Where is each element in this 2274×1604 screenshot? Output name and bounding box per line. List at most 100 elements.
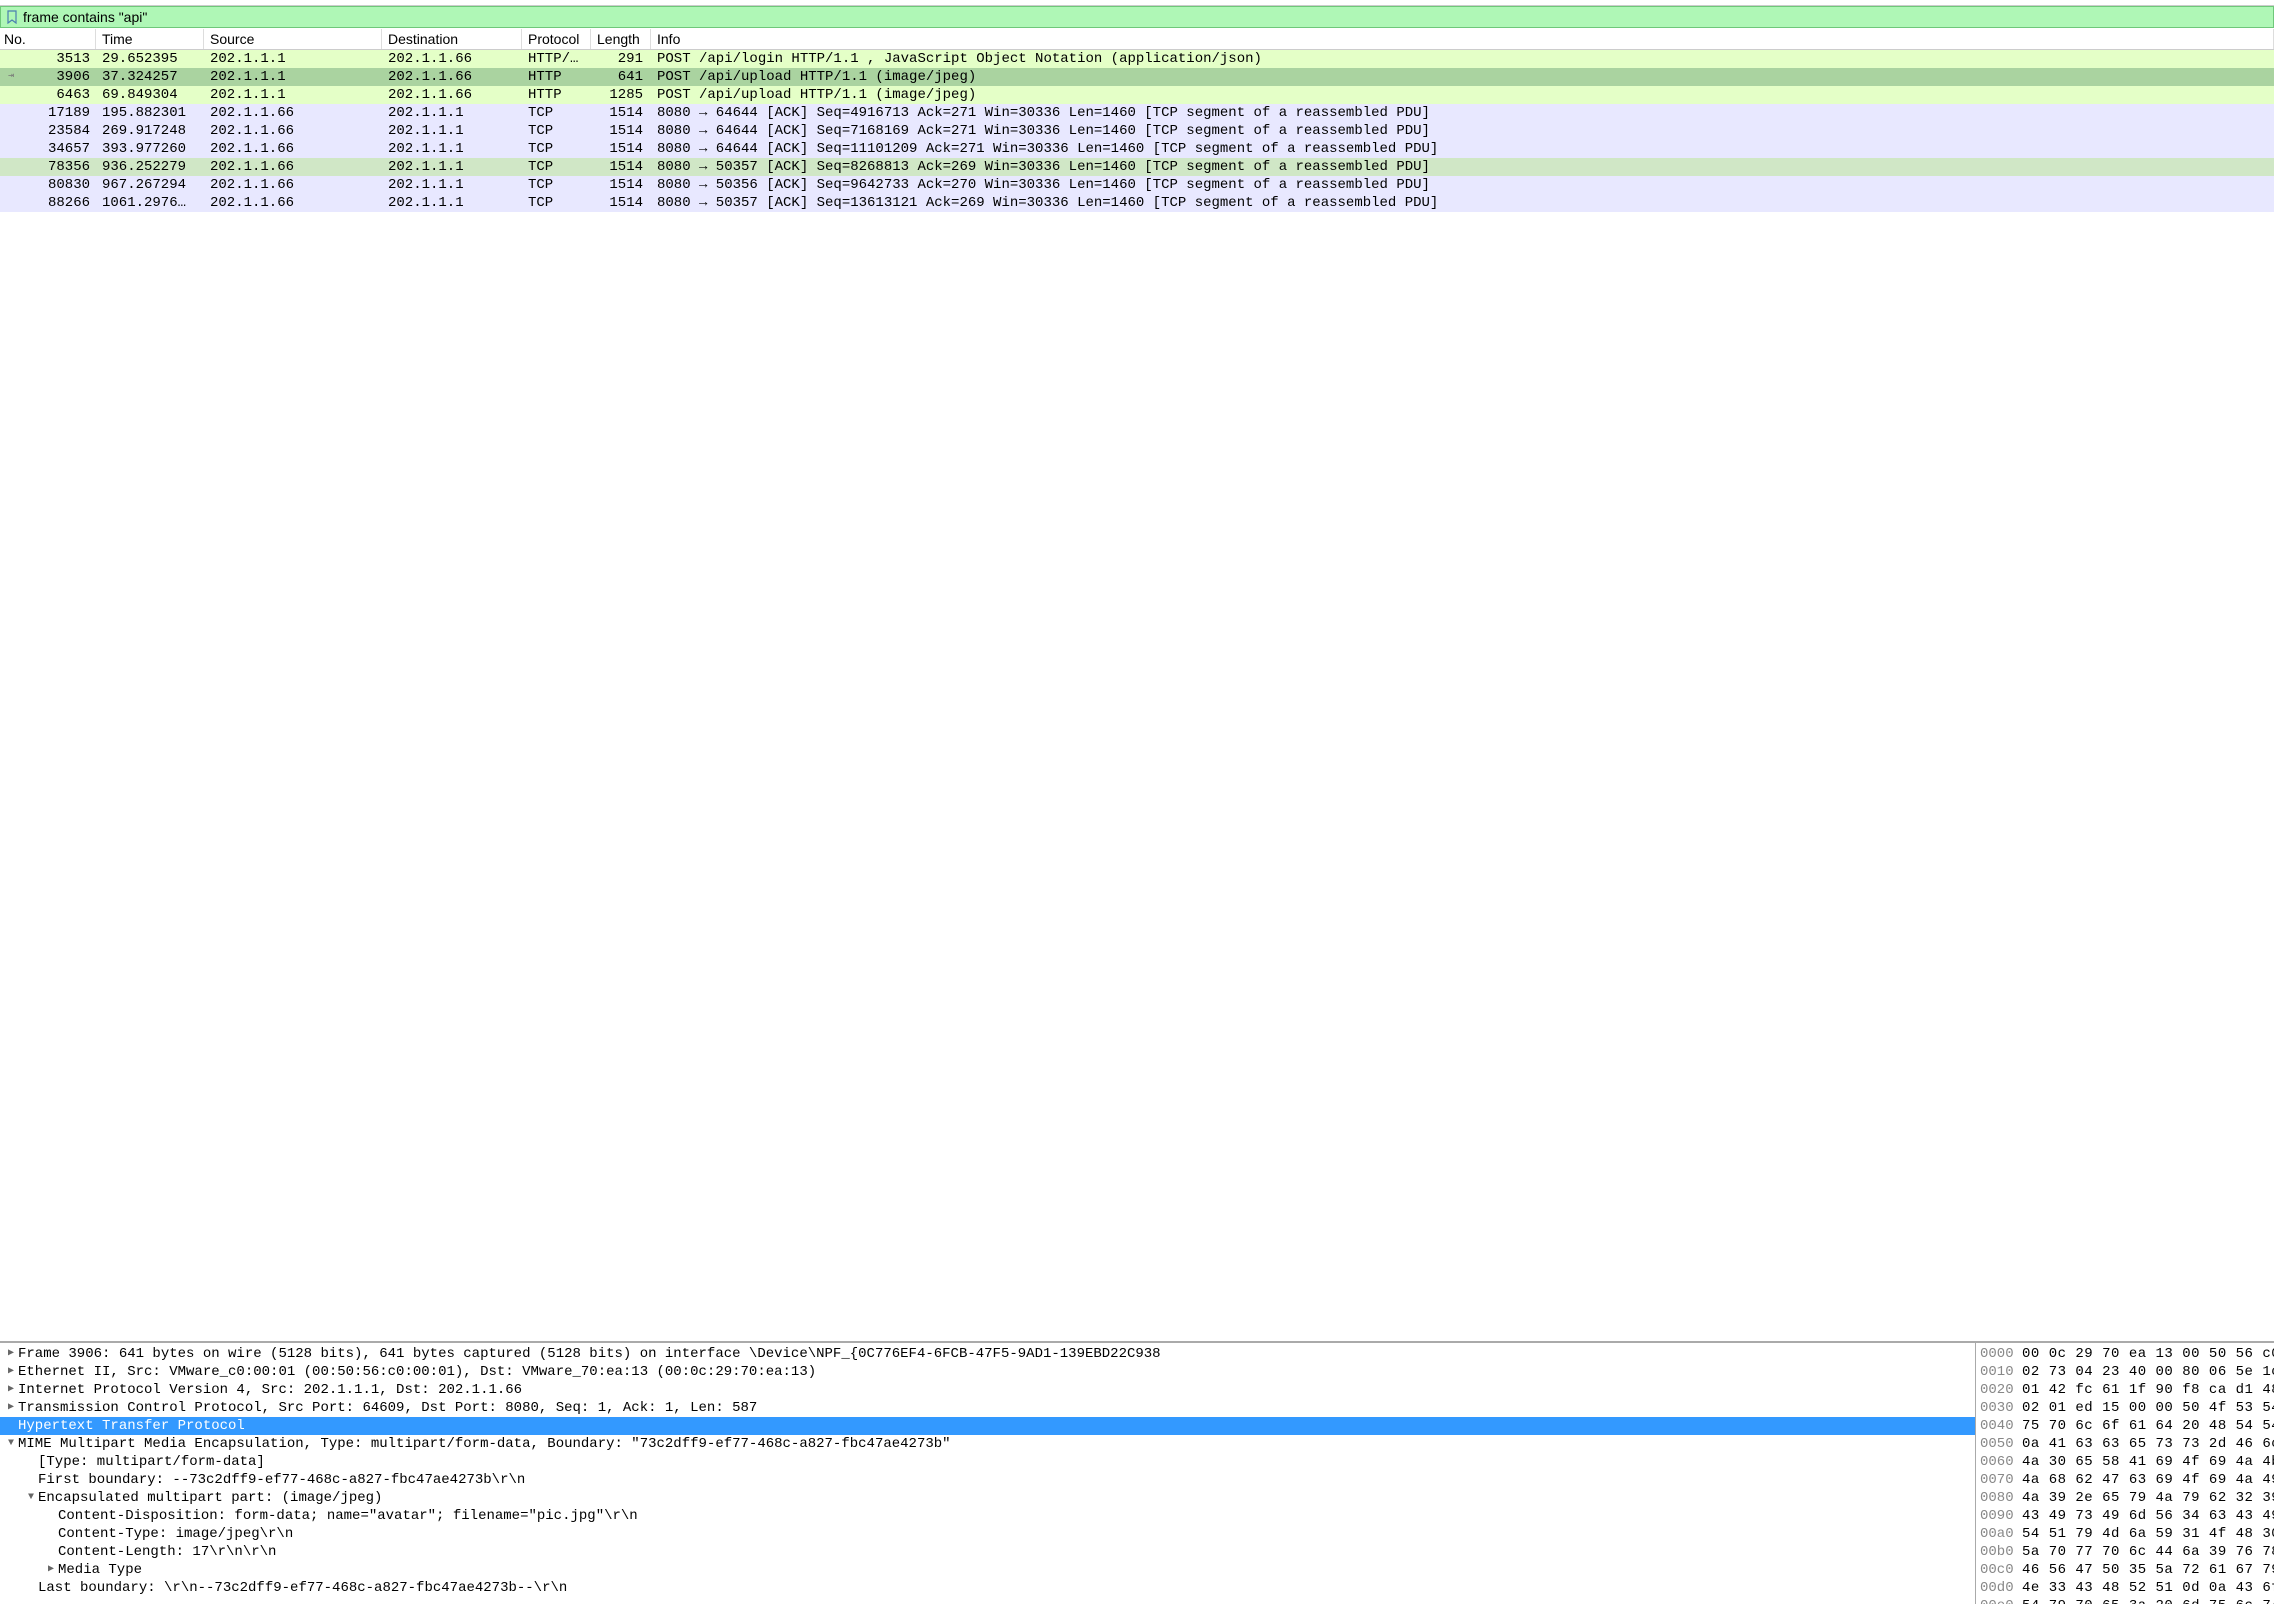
packet-list-header[interactable]: No. Time Source Destination Protocol Len… — [0, 28, 2274, 50]
hex-line[interactable]: 000000 0c 29 70 ea 13 00 50 56 c0 00 0 — [1980, 1345, 2270, 1363]
cell-source: 202.1.1.66 — [204, 158, 382, 176]
cell-no: 34657 — [22, 140, 96, 158]
tree-label: [Type: multipart/form-data] — [38, 1453, 265, 1471]
tree-twisty-icon[interactable]: ▼ — [4, 1435, 18, 1453]
cell-time: 967.267294 — [96, 176, 204, 194]
display-filter-input[interactable] — [23, 9, 2269, 25]
hex-bytes: 54 79 70 65 3a 20 6d 75 6c 74 69 7 — [2022, 1597, 2274, 1604]
hex-line[interactable]: 009043 49 73 49 6d 56 34 63 43 49 36 4 — [1980, 1507, 2270, 1525]
col-header-protocol[interactable]: Protocol — [522, 29, 591, 49]
tree-node[interactable]: Content-Length: 17\r\n\r\n — [0, 1543, 1975, 1561]
packet-row[interactable]: 23584269.917248202.1.1.66202.1.1.1TCP151… — [0, 122, 2274, 140]
cell-source: 202.1.1.66 — [204, 122, 382, 140]
packet-row[interactable]: 882661061.2976…202.1.1.66202.1.1.1TCP151… — [0, 194, 2274, 212]
cell-no: 88266 — [22, 194, 96, 212]
col-header-no[interactable]: No. — [0, 29, 96, 49]
hex-bytes: 4a 68 62 47 63 69 4f 69 4a 49 55 5 — [2022, 1471, 2274, 1489]
cell-destination: 202.1.1.1 — [382, 158, 522, 176]
hex-line[interactable]: 003002 01 ed 15 00 00 50 4f 53 54 20 2 — [1980, 1399, 2270, 1417]
cell-source: 202.1.1.66 — [204, 104, 382, 122]
cell-source: 202.1.1.66 — [204, 140, 382, 158]
tree-twisty-icon[interactable]: ▶ — [4, 1345, 18, 1363]
packet-bytes-pane[interactable]: 000000 0c 29 70 ea 13 00 50 56 c0 00 000… — [1976, 1343, 2274, 1604]
tree-twisty-icon[interactable]: ▶ — [4, 1363, 18, 1381]
cell-time: 37.324257 — [96, 68, 204, 86]
col-header-destination[interactable]: Destination — [382, 29, 522, 49]
hex-line[interactable]: 00d04e 33 43 48 52 51 0d 0a 43 6f 6e 7 — [1980, 1579, 2270, 1597]
hex-offset: 0080 — [1980, 1489, 2022, 1507]
cell-destination: 202.1.1.66 — [382, 86, 522, 104]
hex-bytes: 02 73 04 23 40 00 80 06 5e 1c ca 0 — [2022, 1363, 2274, 1381]
display-filter-bar[interactable] — [0, 6, 2274, 28]
packet-details-pane[interactable]: ▶Frame 3906: 641 bytes on wire (5128 bit… — [0, 1343, 1976, 1604]
hex-offset: 0010 — [1980, 1363, 2022, 1381]
packet-row[interactable]: 78356936.252279202.1.1.66202.1.1.1TCP151… — [0, 158, 2274, 176]
hex-offset: 0030 — [1980, 1399, 2022, 1417]
hex-line[interactable]: 00804a 39 2e 65 79 4a 79 62 32 39 30 4 — [1980, 1489, 2270, 1507]
hex-line[interactable]: 00e054 79 70 65 3a 20 6d 75 6c 74 69 7 — [1980, 1597, 2270, 1604]
col-header-info[interactable]: Info — [651, 29, 2274, 49]
cell-info: 8080 → 50357 [ACK] Seq=13613121 Ack=269 … — [651, 194, 2274, 212]
cell-protocol: HTTP — [522, 68, 591, 86]
hex-offset: 00e0 — [1980, 1597, 2022, 1604]
hex-line[interactable]: 00a054 51 79 4d 6a 59 31 4f 48 30 2e 5 — [1980, 1525, 2270, 1543]
hex-offset: 0050 — [1980, 1435, 2022, 1453]
hex-line[interactable]: 00704a 68 62 47 63 69 4f 69 4a 49 55 5 — [1980, 1471, 2270, 1489]
cell-time: 29.652395 — [96, 50, 204, 68]
col-header-source[interactable]: Source — [204, 29, 382, 49]
hex-bytes: 00 0c 29 70 ea 13 00 50 56 c0 00 0 — [2022, 1345, 2274, 1363]
col-header-time[interactable]: Time — [96, 29, 204, 49]
packet-row[interactable]: 351329.652395202.1.1.1202.1.1.66HTTP/J…2… — [0, 50, 2274, 68]
goto-arrow-icon: ⇥ — [0, 68, 22, 86]
tree-node[interactable]: ▶Media Type — [0, 1561, 1975, 1579]
tree-node[interactable]: ▶Transmission Control Protocol, Src Port… — [0, 1399, 1975, 1417]
hex-line[interactable]: 002001 42 fc 61 1f 90 f8 ca d1 48 0d 8 — [1980, 1381, 2270, 1399]
hex-line[interactable]: 00604a 30 65 58 41 69 4f 69 4a 4b 56 3 — [1980, 1453, 2270, 1471]
packet-row[interactable]: ⇥390637.324257202.1.1.1202.1.1.66HTTP641… — [0, 68, 2274, 86]
tree-node[interactable]: ▶Internet Protocol Version 4, Src: 202.1… — [0, 1381, 1975, 1399]
tree-node[interactable]: Hypertext Transfer Protocol — [0, 1417, 1975, 1435]
cell-length: 291 — [591, 50, 651, 68]
hex-offset: 0090 — [1980, 1507, 2022, 1525]
cell-protocol: TCP — [522, 140, 591, 158]
tree-twisty-icon[interactable]: ▶ — [4, 1399, 18, 1417]
packet-row[interactable]: 34657393.977260202.1.1.66202.1.1.1TCP151… — [0, 140, 2274, 158]
tree-node[interactable]: ▼MIME Multipart Media Encapsulation, Typ… — [0, 1435, 1975, 1453]
col-header-length[interactable]: Length — [591, 29, 651, 49]
bottom-panes: ▶Frame 3906: 641 bytes on wire (5128 bit… — [0, 1342, 2274, 1604]
cell-time: 1061.2976… — [96, 194, 204, 212]
hex-line[interactable]: 001002 73 04 23 40 00 80 06 5e 1c ca 0 — [1980, 1363, 2270, 1381]
packet-row[interactable]: 80830967.267294202.1.1.66202.1.1.1TCP151… — [0, 176, 2274, 194]
cell-length: 1514 — [591, 122, 651, 140]
hex-line[interactable]: 00c046 56 47 50 35 5a 72 61 67 79 30 7 — [1980, 1561, 2270, 1579]
hex-line[interactable]: 00b05a 70 77 70 6c 44 6a 39 76 78 41 1 — [1980, 1543, 2270, 1561]
tree-node[interactable]: ▼Encapsulated multipart part: (image/jpe… — [0, 1489, 1975, 1507]
tree-node[interactable]: Content-Type: image/jpeg\r\n — [0, 1525, 1975, 1543]
tree-node[interactable]: Last boundary: \r\n--73c2dff9-ef77-468c-… — [0, 1579, 1975, 1597]
cell-time: 69.849304 — [96, 86, 204, 104]
hex-line[interactable]: 004075 70 6c 6f 61 64 20 48 54 54 50 2 — [1980, 1417, 2270, 1435]
tree-node[interactable]: [Type: multipart/form-data] — [0, 1453, 1975, 1471]
cell-destination: 202.1.1.66 — [382, 68, 522, 86]
cell-protocol: TCP — [522, 122, 591, 140]
hex-offset: 00d0 — [1980, 1579, 2022, 1597]
packet-row[interactable]: 646369.849304202.1.1.1202.1.1.66HTTP1285… — [0, 86, 2274, 104]
tree-label: Frame 3906: 641 bytes on wire (5128 bits… — [18, 1345, 1161, 1363]
tree-twisty-icon[interactable]: ▶ — [4, 1381, 18, 1399]
tree-twisty-icon[interactable]: ▼ — [24, 1489, 38, 1507]
bookmark-icon[interactable] — [5, 10, 19, 24]
cell-no: 78356 — [22, 158, 96, 176]
packet-row[interactable]: 17189195.882301202.1.1.66202.1.1.1TCP151… — [0, 104, 2274, 122]
cell-info: 8080 → 50357 [ACK] Seq=8268813 Ack=269 W… — [651, 158, 2274, 176]
tree-node[interactable]: ▶Ethernet II, Src: VMware_c0:00:01 (00:5… — [0, 1363, 1975, 1381]
hex-line[interactable]: 00500a 41 63 63 65 73 73 2d 46 6c 61 6 — [1980, 1435, 2270, 1453]
cell-length: 1514 — [591, 104, 651, 122]
tree-node[interactable]: Content-Disposition: form-data; name="av… — [0, 1507, 1975, 1525]
cell-no: 23584 — [22, 122, 96, 140]
packet-rows-container[interactable]: 351329.652395202.1.1.1202.1.1.66HTTP/J…2… — [0, 50, 2274, 1341]
tree-twisty-icon[interactable]: ▶ — [44, 1561, 58, 1579]
cell-time: 936.252279 — [96, 158, 204, 176]
tree-label: Ethernet II, Src: VMware_c0:00:01 (00:50… — [18, 1363, 816, 1381]
tree-node[interactable]: ▶Frame 3906: 641 bytes on wire (5128 bit… — [0, 1345, 1975, 1363]
tree-node[interactable]: First boundary: --73c2dff9-ef77-468c-a82… — [0, 1471, 1975, 1489]
